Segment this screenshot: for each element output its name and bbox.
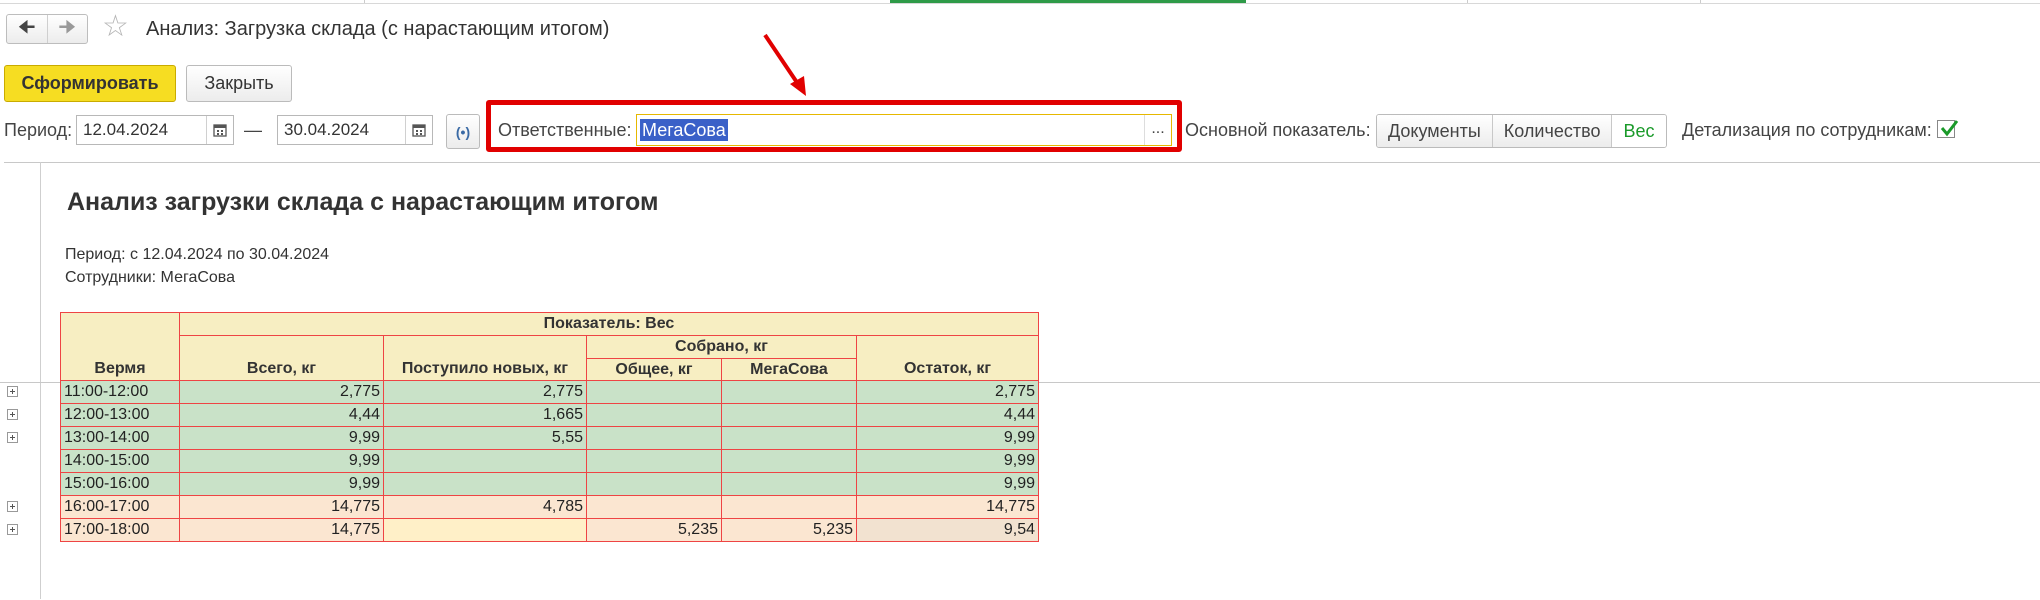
- cell-remaining: 14,775: [856, 495, 1039, 519]
- red-arrow-icon: [763, 33, 806, 96]
- col-total: Всего, кг: [179, 335, 384, 381]
- cell-collected-total: [586, 449, 722, 473]
- cell-collected-employee: [721, 472, 857, 496]
- cell-received: 5,55: [383, 426, 587, 450]
- cell-total: 9,99: [179, 449, 384, 473]
- cell-time: 14:00-15:00: [60, 449, 180, 473]
- indicator-label: Основной показатель:: [1185, 120, 1371, 140]
- cell-collected-total: [586, 472, 722, 496]
- report-title: Анализ загрузки склада с нарастающим ито…: [67, 188, 659, 216]
- highlight-frame: [486, 100, 1182, 152]
- table-row[interactable]: 11:00-12:00 2,775 2,775 2,775: [60, 380, 1039, 404]
- col-collected-total: Общее, кг: [586, 358, 722, 381]
- col-remaining: Остаток, кг: [856, 335, 1039, 381]
- calendar-icon[interactable]: [405, 116, 432, 144]
- cell-total: 14,775: [179, 495, 384, 519]
- report-table: Вермя Показатель: Вес Всего, кг Поступил…: [60, 312, 1039, 542]
- table-row[interactable]: 12:00-13:00 4,44 1,665 4,44: [60, 403, 1039, 427]
- cell-collected-employee: 5,235: [721, 518, 857, 542]
- nav-buttons: 🠈 🠊: [6, 14, 88, 44]
- col-collected-employee: МегаСова: [721, 358, 857, 381]
- cell-remaining: 4,44: [856, 403, 1039, 427]
- cell-collected-employee: [721, 403, 857, 427]
- cell-collected-total: [586, 495, 722, 519]
- detail-label: Детализация по сотрудникам:: [1682, 120, 1932, 140]
- table-row[interactable]: 13:00-14:00 9,99 5,55 9,99: [60, 426, 1039, 450]
- indicator-switch: Документы Количество Вес: [1376, 114, 1667, 148]
- detail-checkbox[interactable]: [1937, 120, 1959, 138]
- checkmark-icon: [1940, 120, 1959, 137]
- cell-collected-employee: [721, 495, 857, 519]
- expand-icon[interactable]: [7, 409, 18, 420]
- cell-remaining: 9,99: [856, 449, 1039, 473]
- cell-collected-total: [586, 403, 722, 427]
- cell-collected-total: [586, 380, 722, 404]
- cell-total: 9,99: [179, 426, 384, 450]
- table-row[interactable]: 16:00-17:00 14,775 4,785 14,775: [60, 495, 1039, 519]
- expand-icon[interactable]: [7, 524, 18, 535]
- expand-icon[interactable]: [7, 501, 18, 512]
- cell-received: 4,785: [383, 495, 587, 519]
- cell-collected-employee: [721, 380, 857, 404]
- cell-received: [383, 449, 587, 473]
- cell-time: 16:00-17:00: [60, 495, 180, 519]
- calendar-icon[interactable]: [206, 116, 233, 144]
- close-button[interactable]: Закрыть: [186, 65, 292, 102]
- window-title: Анализ: Загрузка склада (с нарастающим и…: [146, 18, 610, 40]
- col-collected: Собрано, кг: [586, 335, 857, 359]
- arrow-left-icon[interactable]: 🠈: [7, 15, 47, 43]
- cell-received: 1,665: [383, 403, 587, 427]
- report-employees: Сотрудники: МегаСова: [65, 269, 236, 286]
- table-row[interactable]: 15:00-16:00 9,99 9,99: [60, 472, 1039, 496]
- cell-total: 9,99: [179, 472, 384, 496]
- date-to-value: 30.04.2024: [284, 120, 370, 139]
- cell-collected-employee: [721, 449, 857, 473]
- indicator-header: Показатель: Вес: [179, 312, 1039, 336]
- arrow-right-icon[interactable]: 🠊: [46, 15, 88, 43]
- cell-time: 17:00-18:00: [60, 518, 180, 542]
- indicator-option-documents[interactable]: Документы: [1377, 115, 1492, 147]
- cell-collected-total: 5,235: [586, 518, 722, 542]
- expand-icon[interactable]: [7, 432, 18, 443]
- period-select-icon[interactable]: (•): [446, 114, 480, 149]
- col-received: Поступило новых, кг: [383, 335, 587, 381]
- indicator-option-quantity[interactable]: Количество: [1491, 115, 1612, 147]
- cell-received: 2,775: [383, 380, 587, 404]
- cell-remaining: 2,775: [856, 380, 1039, 404]
- cell-received: [383, 472, 587, 496]
- date-from-field[interactable]: 12.04.2024: [76, 115, 234, 145]
- date-dash: —: [244, 120, 262, 140]
- cell-collected-employee: [721, 426, 857, 450]
- expand-icon[interactable]: [7, 386, 18, 397]
- cell-received: [383, 518, 587, 542]
- cell-remaining: 9,99: [856, 426, 1039, 450]
- gutter-divider: [40, 162, 41, 599]
- top-strip: [0, 0, 2040, 4]
- cell-time: 13:00-14:00: [60, 426, 180, 450]
- table-row[interactable]: 14:00-15:00 9,99 9,99: [60, 449, 1039, 473]
- cell-time: 15:00-16:00: [60, 472, 180, 496]
- period-label: Период:: [4, 120, 73, 140]
- indicator-option-weight[interactable]: Вес: [1611, 115, 1666, 147]
- cell-time: 12:00-13:00: [60, 403, 180, 427]
- cell-total: 14,775: [179, 518, 384, 542]
- table-row[interactable]: 17:00-18:00 14,775 5,235 5,235 9,54: [60, 518, 1039, 542]
- col-time: Вермя: [60, 312, 180, 381]
- cell-total: 2,775: [179, 380, 384, 404]
- generate-button[interactable]: Сформировать: [4, 65, 176, 102]
- cell-time: 11:00-12:00: [60, 380, 180, 404]
- cell-collected-total: [586, 426, 722, 450]
- date-to-field[interactable]: 30.04.2024: [277, 115, 433, 145]
- cell-total: 4,44: [179, 403, 384, 427]
- star-icon[interactable]: ☆: [102, 12, 129, 42]
- report-period: Период: с 12.04.2024 по 30.04.2024: [65, 246, 330, 263]
- cell-remaining: 9,99: [856, 472, 1039, 496]
- cell-remaining: 9,54: [856, 518, 1039, 542]
- active-tab-indicator: [890, 0, 1246, 3]
- date-from-value: 12.04.2024: [83, 120, 169, 139]
